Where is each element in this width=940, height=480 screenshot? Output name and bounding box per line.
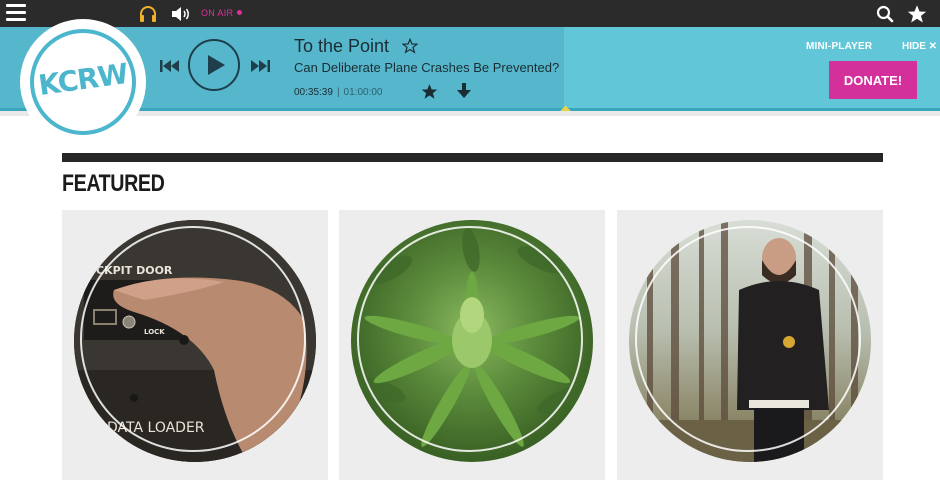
skip-forward-icon[interactable] (250, 58, 270, 74)
featured-card-cannabis[interactable] (339, 210, 605, 480)
play-button[interactable] (188, 39, 240, 91)
hide-player-link[interactable]: HIDE ✕ (902, 41, 937, 52)
headphones-icon[interactable] (138, 4, 158, 24)
section-divider (62, 153, 883, 162)
total-duration: 01:00:00 (343, 87, 383, 98)
on-air-indicator[interactable]: ON AIR (201, 8, 243, 18)
player-bottom-border (0, 111, 940, 116)
hamburger-menu-icon[interactable] (6, 4, 26, 22)
section-heading: FEATURED (62, 170, 165, 197)
play-icon (208, 55, 225, 75)
featured-card-plane-crashes[interactable]: CKPIT DOOR LOCK DATA LOADER (62, 210, 328, 480)
mini-player-link[interactable]: MINI-PLAYER (806, 41, 872, 52)
image-ring (357, 226, 583, 452)
elapsed-time: 00:35:39 (294, 87, 333, 98)
top-nav-bar: ON AIR (0, 0, 940, 27)
star-icon[interactable] (907, 4, 927, 24)
on-air-dot-icon (237, 10, 243, 15)
on-air-label: ON AIR (201, 8, 234, 18)
featured-card-artist[interactable] (617, 210, 883, 480)
forest-portrait-image[interactable] (629, 220, 871, 462)
audio-player: KCRW To the Point Can Deliberate Plane C… (0, 19, 940, 145)
time-separator: | (336, 87, 340, 98)
search-icon[interactable] (876, 5, 894, 23)
kcrw-logo[interactable]: KCRW (20, 19, 146, 145)
cockpit-image[interactable]: CKPIT DOOR LOCK DATA LOADER (74, 220, 316, 462)
skip-back-icon[interactable] (160, 58, 180, 74)
episode-title[interactable]: Can Deliberate Plane Crashes Be Prevente… (294, 60, 559, 75)
image-ring (635, 226, 861, 452)
show-title[interactable]: To the Point (294, 36, 389, 57)
download-icon[interactable] (457, 83, 471, 99)
donate-button[interactable]: DONATE! (829, 61, 917, 99)
playback-time: 00:35:39 | 01:00:00 (294, 87, 382, 98)
cannabis-image[interactable] (351, 220, 593, 462)
speaker-icon[interactable] (170, 5, 192, 23)
image-ring (80, 226, 306, 452)
favorite-show-star-icon[interactable] (401, 37, 419, 54)
favorite-episode-star-icon[interactable] (421, 83, 438, 100)
